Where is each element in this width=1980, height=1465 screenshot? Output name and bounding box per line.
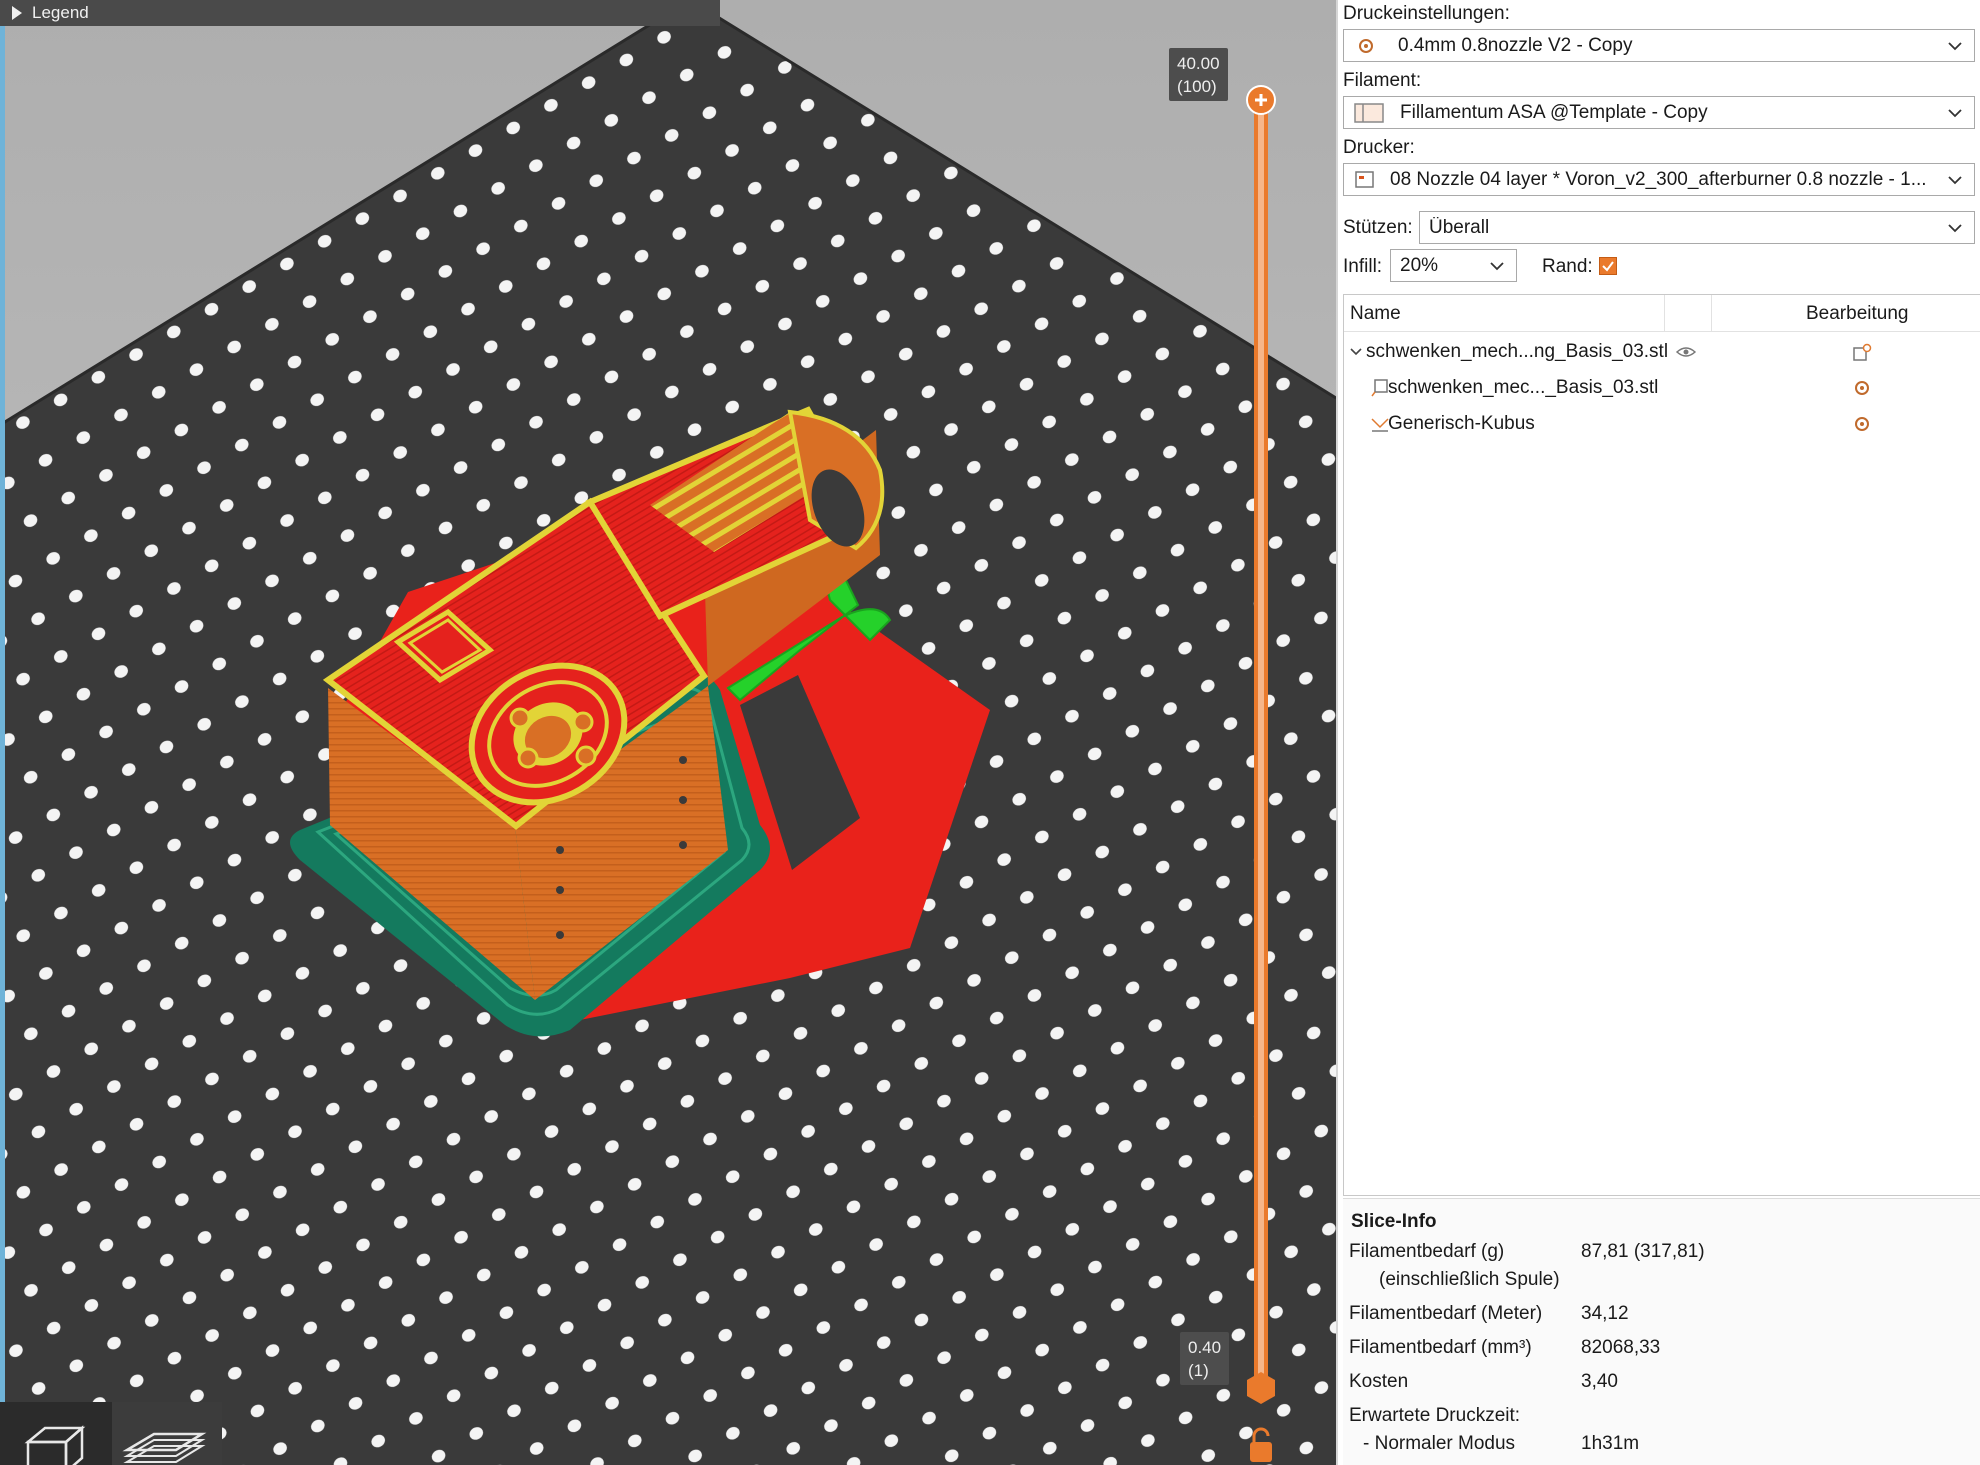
infill-label: Infill: [1343, 256, 1383, 277]
modifier-name: Generisch-Kubus [1388, 413, 1535, 434]
chevron-down-icon [1490, 261, 1504, 270]
spool-icon [1354, 102, 1384, 123]
filament-weight-sublabel: (einschließlich Spule) [1379, 1269, 1560, 1290]
chevron-down-icon [1948, 223, 1962, 232]
layers-view-icon [122, 1432, 207, 1463]
layer-bottom-readout: 0.40 (1) [1180, 1332, 1230, 1385]
chevron-down-icon [1948, 41, 1962, 50]
object-row-part[interactable]: schwenken_mec..._Basis_03.stl [1344, 371, 1980, 405]
print-time-label: Erwartete Druckzeit: [1349, 1405, 1521, 1426]
edit-object-icon[interactable] [1852, 343, 1872, 363]
eye-icon[interactable] [1675, 345, 1697, 359]
filament-weight-label: Filamentbedarf (g) [1349, 1241, 1505, 1262]
preview-view-button[interactable] [112, 1402, 222, 1465]
filament-label: Filament: [1343, 70, 1422, 91]
filament-weight-value: 87,81 (317,81) [1581, 1241, 1705, 1262]
print-settings-value: 0.4mm 0.8nozzle V2 - Copy [1398, 34, 1633, 56]
cost-value: 3,40 [1581, 1371, 1618, 1392]
print-settings-label: Druckeinstellungen: [1343, 3, 1510, 24]
printer-icon [1355, 170, 1374, 188]
part-name: schwenken_mec..._Basis_03.stl [1388, 377, 1659, 398]
cube-view-icon [24, 1425, 86, 1465]
print-settings-dropdown[interactable]: 0.4mm 0.8nozzle V2 - Copy [1343, 29, 1975, 62]
window-edge [0, 0, 5, 1465]
gear-icon[interactable] [1853, 379, 1871, 397]
slice-info-title: Slice-Info [1351, 1211, 1437, 1232]
chevron-down-icon [1948, 108, 1962, 117]
layer-top-index: (100) [1177, 77, 1217, 96]
layer-top-readout: 40.00 (100) [1169, 48, 1228, 101]
3d-viewport[interactable]: Legend 40.00 (100) 0.40 (1) [0, 0, 1336, 1465]
normal-mode-value: 1h31m [1581, 1433, 1640, 1454]
filament-value: Fillamentum ASA @Template - Copy [1400, 101, 1708, 123]
printer-dropdown[interactable]: 08 Nozzle 04 layer * Voron_v2_300_afterb… [1343, 163, 1975, 196]
object-list: Name Bearbeitung schwenken_mech...ng_Bas… [1343, 294, 1980, 1196]
part-icon [1371, 379, 1388, 397]
filament-volume-label: Filamentbedarf (mm³) [1349, 1337, 1532, 1358]
printer-value: 08 Nozzle 04 layer * Voron_v2_300_afterb… [1390, 168, 1927, 190]
supports-dropdown[interactable]: Überall [1419, 211, 1975, 244]
brim-checkbox[interactable] [1599, 257, 1617, 275]
gcode-preview-scene[interactable] [0, 0, 1336, 1465]
brim-label: Rand: [1542, 256, 1593, 277]
gear-icon [1359, 38, 1373, 53]
layer-bottom-height: 0.40 [1188, 1338, 1222, 1357]
object-row-root[interactable]: schwenken_mech...ng_Basis_03.stl [1344, 335, 1980, 369]
legend-label: Legend [32, 3, 89, 22]
filament-length-label: Filamentbedarf (Meter) [1349, 1303, 1543, 1324]
3d-view-button[interactable] [0, 1402, 110, 1465]
infill-dropdown[interactable]: 20% [1390, 249, 1517, 282]
layer-bottom-index: (1) [1188, 1361, 1209, 1380]
infill-value: 20% [1400, 254, 1439, 276]
normal-mode-label: - Normaler Modus [1363, 1433, 1516, 1454]
checkmark-icon [1602, 261, 1614, 272]
object-name: schwenken_mech...ng_Basis_03.stl [1366, 341, 1669, 362]
column-name[interactable]: Name [1350, 303, 1401, 325]
chevron-down-icon [1948, 175, 1962, 184]
filament-volume-value: 82068,33 [1581, 1337, 1661, 1358]
filament-dropdown[interactable]: Fillamentum ASA @Template - Copy [1343, 96, 1975, 129]
object-list-header: Name Bearbeitung [1344, 295, 1980, 332]
gear-icon[interactable] [1853, 415, 1871, 433]
slice-info-panel: Slice-Info Filamentbedarf (g) (einschlie… [1343, 1198, 1980, 1465]
view-mode-toolbar [0, 1402, 222, 1465]
chevron-down-icon[interactable] [1350, 347, 1362, 357]
object-row-modifier[interactable]: Generisch-Kubus [1344, 407, 1980, 441]
legend-toggle[interactable]: Legend [0, 0, 720, 26]
printer-label: Drucker: [1343, 137, 1415, 158]
cost-label: Kosten [1349, 1371, 1409, 1392]
filament-length-value: 34,12 [1581, 1303, 1629, 1324]
supports-value: Überall [1429, 216, 1490, 238]
layer-slider-top-handle[interactable] [1246, 85, 1276, 115]
modifier-icon [1371, 418, 1389, 432]
layer-top-height: 40.00 [1177, 54, 1220, 73]
column-edit[interactable]: Bearbeitung [1806, 303, 1908, 325]
supports-label: Stützen: [1343, 217, 1413, 238]
expand-triangle-icon [12, 6, 22, 20]
